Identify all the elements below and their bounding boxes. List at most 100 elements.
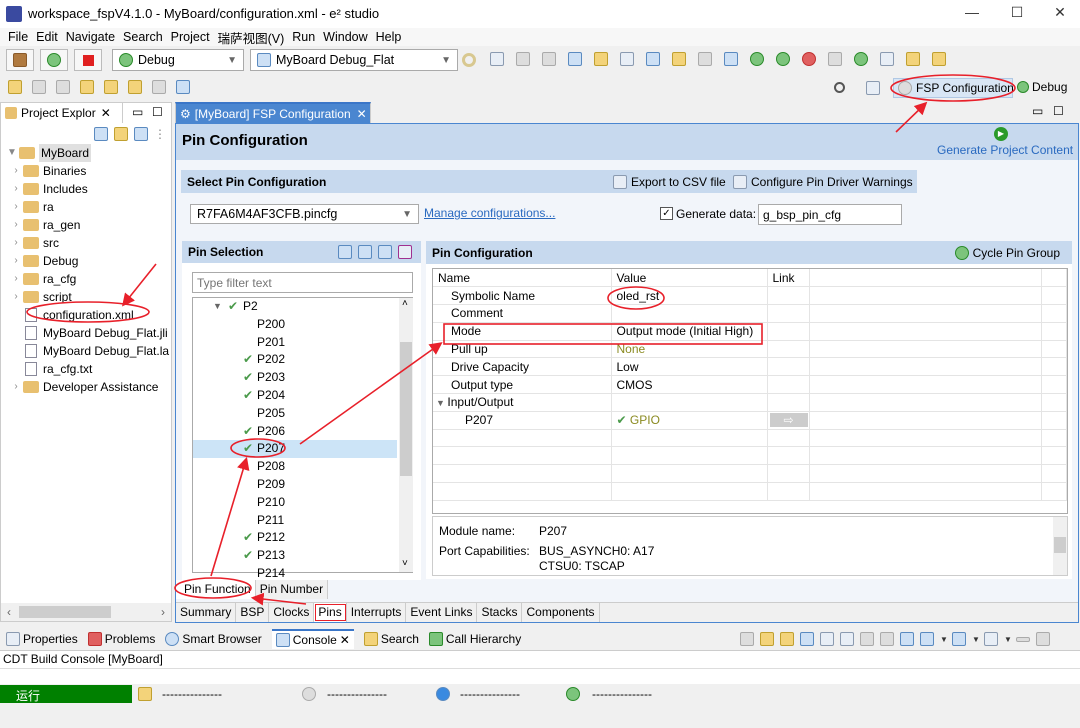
menu-run[interactable]: Run — [292, 30, 315, 44]
forward-edit-icon[interactable] — [104, 80, 118, 94]
tab-pins[interactable]: Pins — [314, 603, 347, 622]
back-edit-icon[interactable] — [80, 80, 94, 94]
pin-item[interactable]: P210 — [193, 494, 397, 512]
settings-icon[interactable] — [698, 52, 712, 66]
sort-az-icon[interactable] — [398, 245, 412, 259]
tree-item-myboard[interactable]: ▼ MyBoard — [5, 144, 171, 162]
pin-tree-scrollbar[interactable]: ˄ ˅ — [399, 298, 413, 572]
tab-properties[interactable]: Properties — [6, 632, 78, 646]
pin-group-p2[interactable]: ▼ ✔ P2 — [193, 298, 397, 316]
tree-item[interactable]: MyBoard Debug_Flat.la — [5, 342, 171, 360]
save-icon[interactable] — [516, 52, 530, 66]
chevron-right-icon[interactable]: › — [9, 234, 23, 252]
minimize-editor-icon[interactable]: ▭ — [1032, 104, 1043, 118]
tree-item[interactable]: › ra — [5, 198, 171, 216]
tree-item[interactable]: › Developer Assistance — [5, 378, 171, 396]
clear-icon[interactable] — [740, 632, 754, 646]
compare-icon[interactable] — [880, 52, 894, 66]
menu-search[interactable]: Search — [123, 30, 163, 44]
gear-icon[interactable] — [462, 53, 476, 67]
target-icon[interactable] — [568, 52, 582, 66]
close-icon[interactable]: ✕ — [357, 107, 367, 121]
generate-data-input[interactable]: g_bsp_pin_cfg — [758, 204, 902, 225]
pin-item[interactable]: ✔ P202 — [193, 351, 397, 369]
debug-icon[interactable] — [750, 52, 764, 66]
tab-call-hierarchy[interactable]: Call Hierarchy — [428, 632, 521, 646]
tree-item[interactable]: ra_cfg.txt — [5, 360, 171, 378]
lock-icon[interactable] — [840, 632, 854, 646]
debug-button[interactable] — [40, 49, 68, 71]
table-row[interactable]: Pull up None — [433, 340, 1067, 359]
dropdown-arrow-icon[interactable]: ▼ — [940, 635, 948, 644]
chevron-right-icon[interactable]: › — [9, 288, 23, 306]
prev-annotation-icon[interactable] — [56, 80, 70, 94]
refresh-icon[interactable] — [854, 52, 868, 66]
open-perspective-icon[interactable] — [866, 81, 880, 95]
chevron-down-icon[interactable]: ▼ — [5, 144, 19, 162]
filter-icon[interactable] — [134, 127, 148, 141]
tab-stacks[interactable]: Stacks — [477, 603, 523, 622]
tree-item[interactable]: MyBoard Debug_Flat.jli — [5, 324, 171, 342]
tool-icon[interactable] — [906, 52, 920, 66]
chevron-down-icon[interactable]: ▼ — [436, 398, 447, 408]
close-icon[interactable]: ✕ — [340, 633, 350, 647]
table-row[interactable]: Drive Capacity Low — [433, 357, 1067, 377]
pin-item[interactable]: P201 — [193, 334, 397, 352]
tree-item[interactable]: › script — [5, 288, 171, 306]
menu-edit[interactable]: Edit — [36, 30, 58, 44]
chevron-down-icon[interactable]: ▼ — [213, 298, 222, 316]
manage-configurations-link[interactable]: Manage configurations... — [424, 206, 555, 220]
perspective-fsp-configuration[interactable]: FSP Configuration — [893, 78, 1014, 98]
tab-pin-number[interactable]: Pin Number — [256, 580, 329, 599]
pin-item[interactable]: ✔ P212 — [193, 529, 397, 547]
console-scrollbar[interactable] — [0, 668, 1080, 684]
launch-mode-select[interactable]: Debug ▼ — [112, 49, 244, 71]
property-value[interactable]: Low — [617, 360, 639, 374]
table-row[interactable]: P207 ✔ GPIO ⇨ — [433, 411, 1067, 430]
tab-project-explorer[interactable]: Project Explor ✕ — [1, 103, 123, 123]
dropdown-arrow-icon[interactable]: ▼ — [1004, 635, 1012, 644]
chevron-right-icon[interactable]: › — [9, 252, 23, 270]
tab-problems[interactable]: Problems — [87, 632, 155, 646]
maximize-editor-icon[interactable]: ☐ — [1053, 104, 1064, 118]
pin-filter-input[interactable] — [192, 272, 413, 293]
pin-item[interactable]: ✔ P213 — [193, 547, 397, 565]
new-console-icon[interactable] — [984, 632, 998, 646]
property-value[interactable]: CMOS — [617, 378, 653, 392]
remove-icon[interactable] — [880, 632, 894, 646]
up-icon[interactable] — [780, 632, 794, 646]
collapse-all-icon[interactable] — [378, 245, 392, 259]
property-value[interactable]: None — [617, 342, 646, 356]
minimize-icon[interactable] — [1016, 636, 1030, 642]
scroll-lock-icon[interactable] — [800, 632, 814, 646]
cycle-pin-group-button[interactable]: Cycle Pin Group — [954, 245, 1060, 260]
display-console-icon[interactable] — [952, 632, 966, 646]
table-row[interactable]: ▼ Input/Output — [433, 393, 1067, 412]
tab-search[interactable]: Search — [363, 632, 419, 646]
table-row[interactable]: Mode Output mode (Initial High) — [433, 322, 1067, 341]
chevron-right-icon[interactable]: › — [9, 180, 23, 198]
back-icon[interactable] — [128, 80, 142, 94]
tree-item[interactable]: › Includes — [5, 180, 171, 198]
export-csv-button[interactable]: Export to CSV file — [613, 174, 726, 189]
pin-item[interactable]: ✔ P206 — [193, 423, 397, 441]
tab-fsp-configuration[interactable]: ⚙ [MyBoard] FSP Configuration ✕ — [175, 102, 371, 123]
pin-item[interactable]: ✔ P204 — [193, 387, 397, 405]
tab-clocks[interactable]: Clocks — [269, 603, 315, 622]
pin-item[interactable]: ✔ P203 — [193, 369, 397, 387]
monitor-icon[interactable] — [646, 52, 660, 66]
close-icon[interactable]: ✕ — [101, 106, 111, 120]
tree-item[interactable]: › src — [5, 234, 171, 252]
run-icon[interactable] — [776, 52, 790, 66]
down-icon[interactable] — [760, 632, 774, 646]
chevron-right-icon[interactable]: › — [9, 198, 23, 216]
perspective-debug[interactable]: Debug — [1017, 80, 1067, 94]
new-icon[interactable] — [490, 52, 504, 66]
property-value[interactable]: oled_rst — [617, 289, 660, 303]
play-icon[interactable]: ▶ — [994, 127, 1008, 141]
chevron-right-icon[interactable]: › — [9, 270, 23, 288]
table-row[interactable]: Symbolic Name oled_rst — [433, 286, 1067, 306]
table-row[interactable]: Comment — [433, 304, 1067, 323]
property-value[interactable]: Output mode (Initial High) — [617, 324, 754, 338]
minimize-button[interactable]: — — [958, 4, 986, 20]
